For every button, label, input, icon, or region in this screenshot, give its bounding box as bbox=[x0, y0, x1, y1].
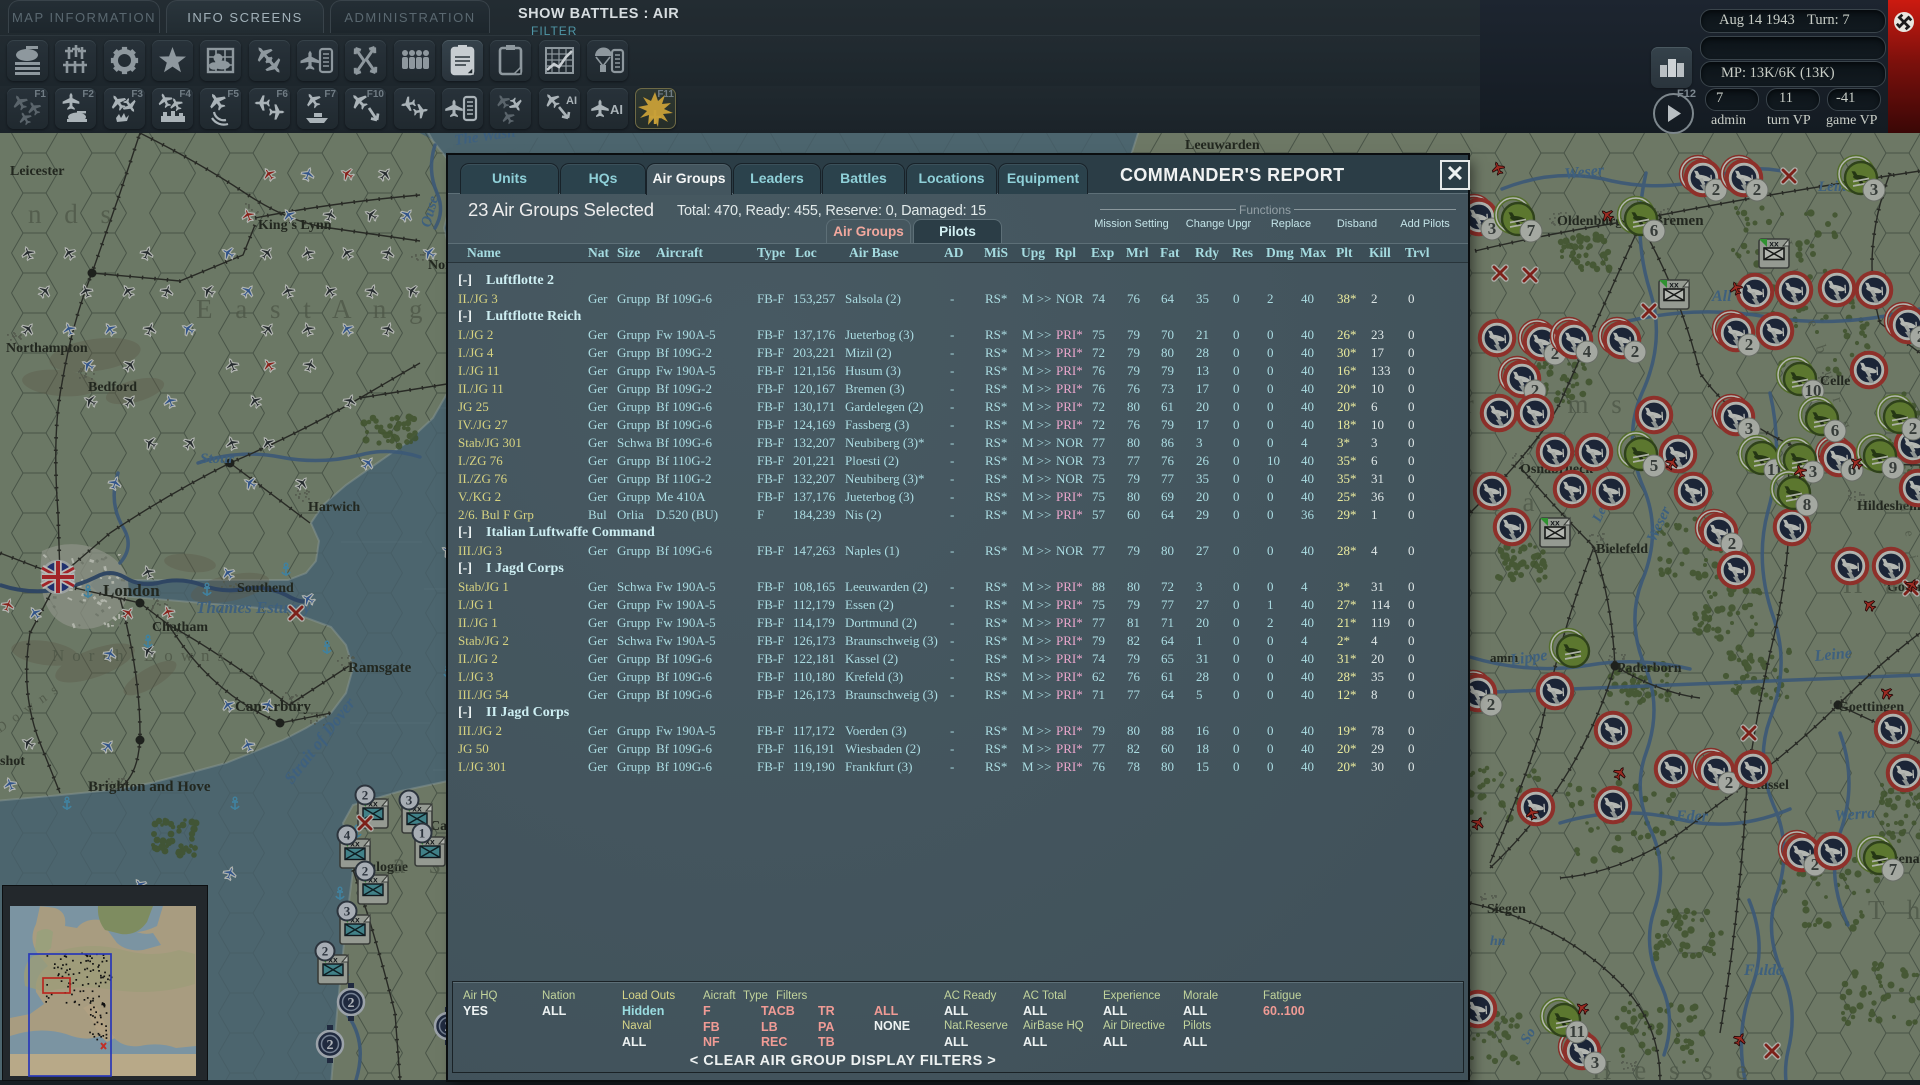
svg-text:AI: AI bbox=[610, 102, 623, 117]
svg-text:AI: AI bbox=[566, 95, 577, 107]
